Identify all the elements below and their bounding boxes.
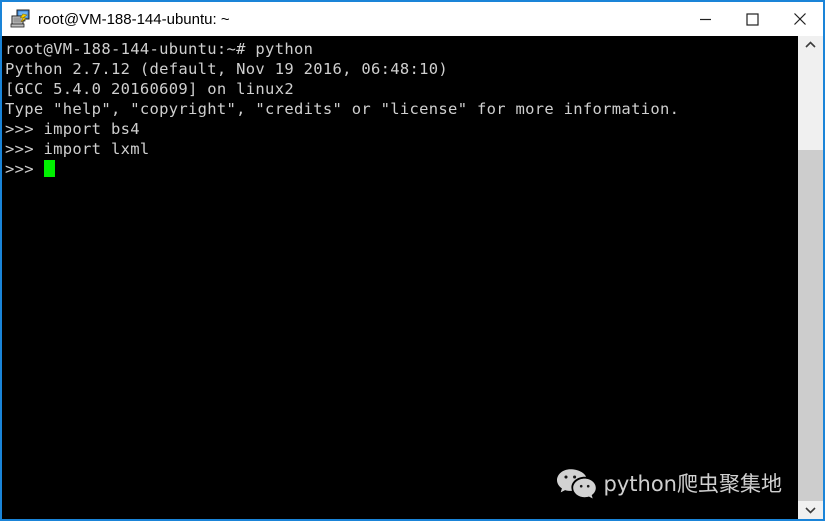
title-bar[interactable]: root@VM-188-144-ubuntu: ~: [2, 2, 823, 36]
window-title: root@VM-188-144-ubuntu: ~: [38, 10, 230, 28]
chevron-down-icon: [805, 507, 816, 514]
watermark-text: python爬虫聚集地: [603, 472, 782, 496]
scroll-up-button[interactable]: [798, 36, 823, 54]
maximize-icon: [746, 12, 759, 26]
terminal-prompt-line: >>>: [5, 159, 798, 179]
close-button[interactable]: [776, 2, 823, 36]
scroll-down-button[interactable]: [798, 501, 823, 519]
terminal-line: root@VM-188-144-ubuntu:~# python: [5, 40, 314, 58]
scrollbar-track[interactable]: [798, 54, 823, 501]
terminal-screen[interactable]: root@VM-188-144-ubuntu:~# python Python …: [2, 36, 798, 519]
minimize-icon: [700, 18, 711, 20]
chevron-up-icon: [805, 41, 816, 48]
terminal-line: >>> import lxml: [5, 140, 150, 158]
putty-icon-glyph: [10, 9, 30, 28]
watermark: python爬虫聚集地: [556, 467, 782, 499]
putty-icon[interactable]: [10, 8, 32, 30]
minimize-button[interactable]: [682, 2, 729, 36]
putty-terminal-window: root@VM-188-144-ubuntu: ~ root@VM-188-14…: [0, 0, 825, 521]
terminal-line: Type "help", "copyright", "credits" or "…: [5, 100, 680, 118]
terminal-area: root@VM-188-144-ubuntu:~# python Python …: [2, 36, 823, 519]
maximize-button[interactable]: [729, 2, 776, 36]
terminal-prompt: >>>: [5, 160, 44, 178]
wechat-icon: [556, 469, 596, 499]
vertical-scrollbar[interactable]: [798, 36, 823, 519]
terminal-cursor: [43, 160, 55, 177]
window-controls: [682, 2, 823, 36]
terminal-line: Python 2.7.12 (default, Nov 19 2016, 06:…: [5, 60, 449, 78]
terminal-line: [GCC 5.4.0 20160609] on linux2: [5, 80, 294, 98]
terminal-line: >>> import bs4: [5, 120, 140, 138]
scrollbar-thumb[interactable]: [798, 150, 823, 501]
close-icon: [793, 13, 806, 25]
